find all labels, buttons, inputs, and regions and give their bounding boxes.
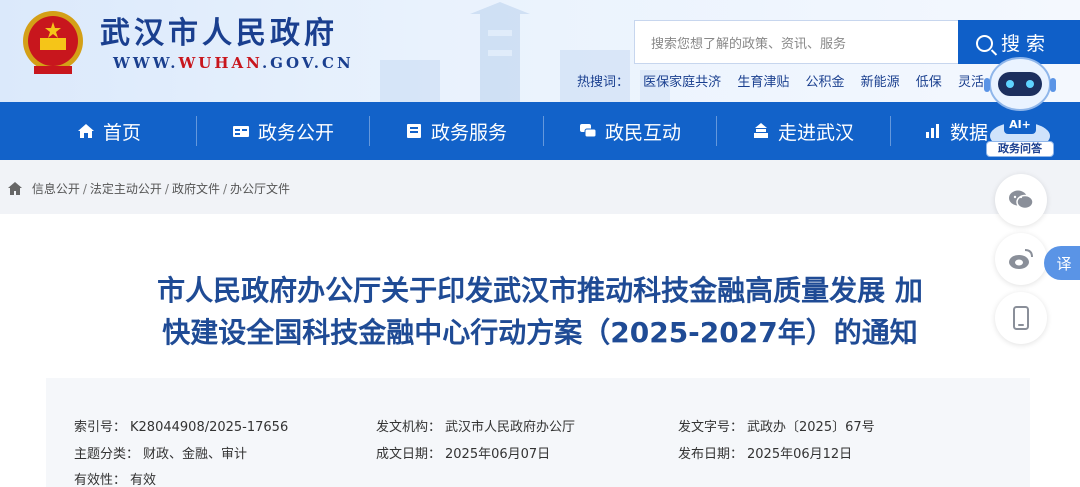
site-url[interactable]: WWW.WUHAN.GOV.CN: [113, 54, 354, 72]
hot-term-link[interactable]: 低保: [916, 75, 942, 90]
weibo-button[interactable]: [995, 233, 1047, 285]
nav-label: 政务公开: [257, 121, 334, 144]
metadata-row: 主题分类： 财政、金融、审计 成文日期： 2025年06月07日 发布日期： 2025…: [46, 443, 1030, 463]
metadata-row: 索引号： K28044908/2025-17656 发文机构： 武汉市人民政府办公厅…: [46, 416, 1030, 436]
breadcrumb-separator: /: [222, 182, 228, 196]
translate-button[interactable]: 译: [1044, 246, 1080, 280]
breadcrumb-link[interactable]: 法定主动公开: [90, 182, 162, 196]
meta-made-date: 成文日期： 2025年06月07日: [376, 447, 551, 462]
nav-item-interaction[interactable]: 政民互动: [543, 102, 717, 160]
nav-item-service[interactable]: 政务服务: [369, 102, 543, 160]
site-header: 武汉市人民政府 WWW.WUHAN.GOV.CN 搜索您想了解的政策、资讯、服务…: [0, 0, 1080, 102]
nav-label: 政务服务: [430, 121, 507, 144]
hot-term-link[interactable]: 公积金: [805, 75, 844, 90]
document-metadata: 索引号： K28044908/2025-17656 发文机构： 武汉市人民政府办公厅…: [46, 378, 1030, 487]
mobile-button[interactable]: [995, 292, 1047, 344]
nav-item-city[interactable]: 走进武汉: [716, 102, 890, 160]
nav-label: 政民互动: [604, 121, 681, 144]
breadcrumb-separator: /: [82, 182, 87, 196]
open-gov-icon: [232, 126, 249, 137]
city-icon: [753, 123, 768, 138]
search-input[interactable]: 搜索您想了解的政策、资讯、服务: [634, 20, 958, 64]
meta-topic: 主题分类： 财政、金融、审计: [74, 447, 248, 462]
document-title: 市人民政府办公厅关于印发武汉市推动科技金融高质量发展 加 快建设全国科技金融中心…: [80, 270, 1000, 354]
site-title[interactable]: 武汉市人民政府: [100, 8, 338, 52]
nav-label: 首页: [102, 121, 141, 144]
meta-validity: 有效性： 有效: [74, 473, 157, 487]
meta-publish-date: 发布日期： 2025年06月12日: [678, 447, 853, 462]
wechat-button[interactable]: [995, 174, 1047, 226]
breadcrumb-separator: /: [164, 182, 169, 196]
document-title-line: 市人民政府办公厅关于印发武汉市推动科技金融高质量发展 加: [157, 274, 923, 307]
url-brand: WUHAN: [178, 54, 262, 72]
mobile-icon: [1013, 306, 1029, 330]
nav-label: 走进武汉: [777, 121, 854, 144]
breadcrumb-link[interactable]: 政府文件: [172, 182, 220, 196]
nav-item-open-gov[interactable]: 政务公开: [196, 102, 370, 160]
data-icon: [926, 124, 939, 138]
nav-item-home[interactable]: 首页: [22, 102, 196, 160]
hot-term-link[interactable]: 新能源: [861, 75, 900, 90]
service-icon: [406, 124, 421, 138]
meta-index: 索引号： K28044908/2025-17656: [74, 420, 289, 435]
url-prefix: WWW.: [113, 54, 179, 72]
home-icon[interactable]: [8, 182, 22, 195]
url-suffix: .GOV.CN: [261, 54, 354, 72]
metadata-row: 有效性： 有效: [46, 469, 1030, 487]
interaction-icon: [579, 124, 597, 138]
robot-badge: AI+: [1009, 118, 1031, 131]
ai-assistant-button[interactable]: AI+ 政务问答: [978, 46, 1062, 158]
hot-search-label: 热搜词：: [577, 75, 630, 90]
document-title-line: 快建设全国科技金融中心行动方案（2025-2027年）的通知: [162, 316, 918, 349]
home-icon: [77, 124, 94, 138]
hot-term-link[interactable]: 生育津贴: [737, 75, 789, 90]
hot-search-terms: 热搜词： 医保家庭共济 生育津贴 公积金 新能源 低保 灵活: [577, 71, 996, 90]
breadcrumb-link[interactable]: 信息公开: [32, 182, 80, 196]
meta-doc-number: 发文字号： 武政办〔2025〕67号: [678, 420, 875, 435]
meta-issuer: 发文机构： 武汉市人民政府办公厅: [376, 420, 576, 435]
hot-term-link[interactable]: 医保家庭共济: [643, 75, 721, 90]
wechat-icon: [1009, 190, 1034, 210]
weibo-icon: [1009, 249, 1033, 269]
breadcrumb-link[interactable]: 办公厅文件: [230, 182, 290, 196]
robot-label: 政务问答: [986, 141, 1054, 157]
national-emblem-icon: [23, 11, 83, 74]
breadcrumb: 信息公开 / 法定主动公开 / 政府文件 / 办公厅文件: [0, 160, 1080, 214]
main-nav: 首页 政务公开 政务服务 政民互动 走进武汉 数据: [0, 102, 1080, 160]
